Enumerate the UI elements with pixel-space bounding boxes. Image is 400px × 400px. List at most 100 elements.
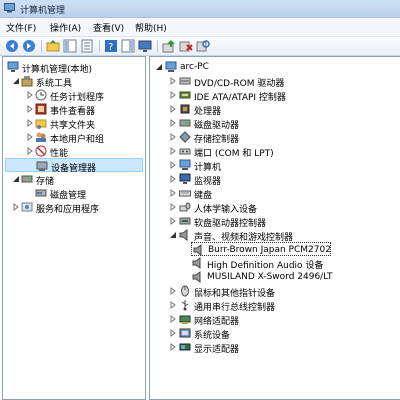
ide-controller-icon (179, 91, 191, 99)
storage-controller-icon (179, 131, 191, 143)
forward-icon[interactable] (22, 39, 36, 53)
device-musiland-x-sword[interactable]: MUSILAND X-Sword 2496/LT (191, 270, 391, 284)
device-category-keyboards[interactable]: 键盘 (152, 186, 397, 201)
collapsed-arrow-icon[interactable] (26, 105, 34, 113)
show-hide-action-pane-icon[interactable] (121, 39, 135, 53)
menu-action[interactable]: 操作(A) (50, 21, 81, 34)
device-category-ports[interactable]: 端口 (COM 和 LPT) (152, 144, 397, 159)
tree-item-system-tools[interactable]: 系统工具 (5, 74, 143, 89)
device-category-display-adapters[interactable]: 显示适配器 (152, 340, 397, 355)
monitor-icon[interactable] (138, 39, 152, 53)
tree-item-local-users-groups[interactable]: 本地用户和组 (5, 130, 143, 145)
menu-help[interactable]: 帮助(H) (135, 21, 167, 34)
up-folder-icon[interactable] (46, 39, 60, 53)
computer-management-app-icon (4, 3, 15, 13)
device-category-hid[interactable]: 人体学输入设备 (152, 200, 397, 215)
collapsed-arrow-icon[interactable] (169, 133, 177, 141)
tree-item-services-applications[interactable]: 服务和应用程序 (5, 200, 143, 215)
scan-hardware-changes-icon[interactable] (196, 39, 210, 53)
collapsed-arrow-icon[interactable] (26, 133, 34, 141)
uninstall-device-icon[interactable] (179, 39, 193, 53)
collapsed-arrow-icon[interactable] (169, 301, 177, 309)
expanded-arrow-icon[interactable] (155, 63, 163, 71)
collapsed-arrow-icon[interactable] (169, 161, 177, 169)
collapsed-arrow-icon[interactable] (169, 287, 177, 295)
menu-view[interactable]: 查看(V) (93, 21, 124, 34)
update-driver-icon[interactable] (162, 39, 176, 53)
back-icon[interactable] (5, 39, 19, 53)
clock-icon (35, 89, 47, 101)
expanded-arrow-icon[interactable] (12, 175, 20, 183)
device-category-processors[interactable]: 处理器 (152, 102, 397, 117)
processor-icon (180, 104, 190, 114)
device-category-dvd-cdrom[interactable]: DVD/CD-ROM 驱动器 (152, 74, 397, 89)
tree-item-disk-management[interactable]: 磁盘管理 (5, 186, 143, 201)
device-category-mice[interactable]: 鼠标和其他指针设备 (152, 284, 397, 299)
window-title: 计算机管理 (20, 6, 66, 16)
disk-drive-icon (179, 119, 191, 127)
collapsed-arrow-icon[interactable] (169, 119, 177, 127)
monitor-icon (179, 173, 191, 184)
collapsed-arrow-icon[interactable] (12, 203, 20, 211)
device-category-monitors[interactable]: 监视器 (152, 172, 397, 187)
collapsed-arrow-icon[interactable] (169, 217, 177, 225)
tree-item-label: 显示适配器 (194, 345, 240, 355)
collapsed-arrow-icon[interactable] (26, 147, 34, 155)
toolbar: ? (0, 37, 400, 56)
device-category-system-devices[interactable]: 系统设备 (152, 326, 397, 341)
mouse-icon (181, 285, 189, 297)
device-burr-brown-pcm2702[interactable]: Burr-Brown Japan PCM2702 (191, 242, 331, 256)
device-category-usb[interactable]: 通用串行总线控制器 (152, 298, 397, 313)
device-category-network-adapters[interactable]: 网络适配器 (152, 312, 397, 327)
computer-icon (165, 61, 177, 72)
expanded-arrow-icon[interactable] (12, 77, 20, 85)
services-icon (21, 202, 33, 212)
console-tree-pane[interactable]: 计算机管理(本地) 系统工具 任务计划程序 事件查看器 共享文件夹 本地用户和组… (2, 56, 146, 400)
collapsed-arrow-icon[interactable] (169, 77, 177, 85)
device-category-sound-video-game[interactable]: 声音、视频和游戏控制器 (152, 228, 397, 243)
storage-icon (21, 175, 33, 183)
collapsed-arrow-icon[interactable] (169, 105, 177, 113)
tree-item-shared-folders[interactable]: 共享文件夹 (5, 116, 143, 131)
device-high-definition-audio[interactable]: High Definition Audio 设备 (191, 256, 391, 271)
collapsed-arrow-icon[interactable] (169, 343, 177, 351)
tree-item-storage[interactable]: 存储 (5, 172, 143, 187)
dvd-drive-icon (179, 77, 191, 85)
collapsed-arrow-icon[interactable] (169, 189, 177, 197)
floppy-controller-icon (179, 217, 191, 225)
title-bar: 计算机管理 (0, 0, 400, 18)
tree-item-event-viewer[interactable]: 事件查看器 (5, 102, 143, 117)
collapsed-arrow-icon[interactable] (169, 329, 177, 337)
tree-item-device-manager[interactable]: 设备管理器 (5, 158, 143, 174)
computer-management-icon (7, 61, 19, 72)
collapsed-arrow-icon[interactable] (169, 203, 177, 211)
device-category-ide-ata-atapi[interactable]: IDE ATA/ATAPI 控制器 (152, 88, 397, 103)
device-manager-icon (36, 161, 48, 171)
device-category-disk-drives[interactable]: 磁盘驱动器 (152, 116, 397, 131)
tree-item-computer-management-local[interactable]: 计算机管理(本地) (5, 60, 143, 75)
device-category-floppy-controllers[interactable]: 软盘驱动器控制器 (152, 214, 397, 229)
tools-icon (21, 76, 33, 87)
collapsed-arrow-icon[interactable] (26, 119, 34, 127)
menu-file[interactable]: 文件(F) (6, 21, 36, 34)
tree-item-task-scheduler[interactable]: 任务计划程序 (5, 88, 143, 103)
tree-item-performance[interactable]: 性能 (5, 144, 143, 159)
usb-icon (181, 300, 189, 311)
device-category-storage-controllers[interactable]: 存储控制器 (152, 130, 397, 145)
collapsed-arrow-icon[interactable] (26, 91, 34, 99)
collapsed-arrow-icon[interactable] (169, 315, 177, 323)
help-icon[interactable]: ? (104, 39, 118, 53)
device-root-arc-pc[interactable]: arc-PC (152, 60, 397, 74)
device-category-computer[interactable]: 计算机 (152, 158, 397, 173)
show-hide-console-tree-icon[interactable] (63, 39, 77, 53)
computer-icon (179, 159, 191, 170)
port-icon (179, 148, 191, 155)
performance-icon (35, 145, 47, 157)
collapsed-arrow-icon[interactable] (169, 91, 177, 99)
expanded-arrow-icon[interactable] (169, 231, 177, 239)
menu-bar: 文件(F) 操作(A) 查看(V) 帮助(H) (0, 18, 400, 37)
collapsed-arrow-icon[interactable] (169, 175, 177, 183)
properties-icon[interactable] (80, 39, 94, 53)
collapsed-arrow-icon[interactable] (169, 147, 177, 155)
device-tree-pane[interactable]: arc-PC DVD/CD-ROM 驱动器 IDE ATA/ATAPI 控制器 … (149, 56, 400, 400)
